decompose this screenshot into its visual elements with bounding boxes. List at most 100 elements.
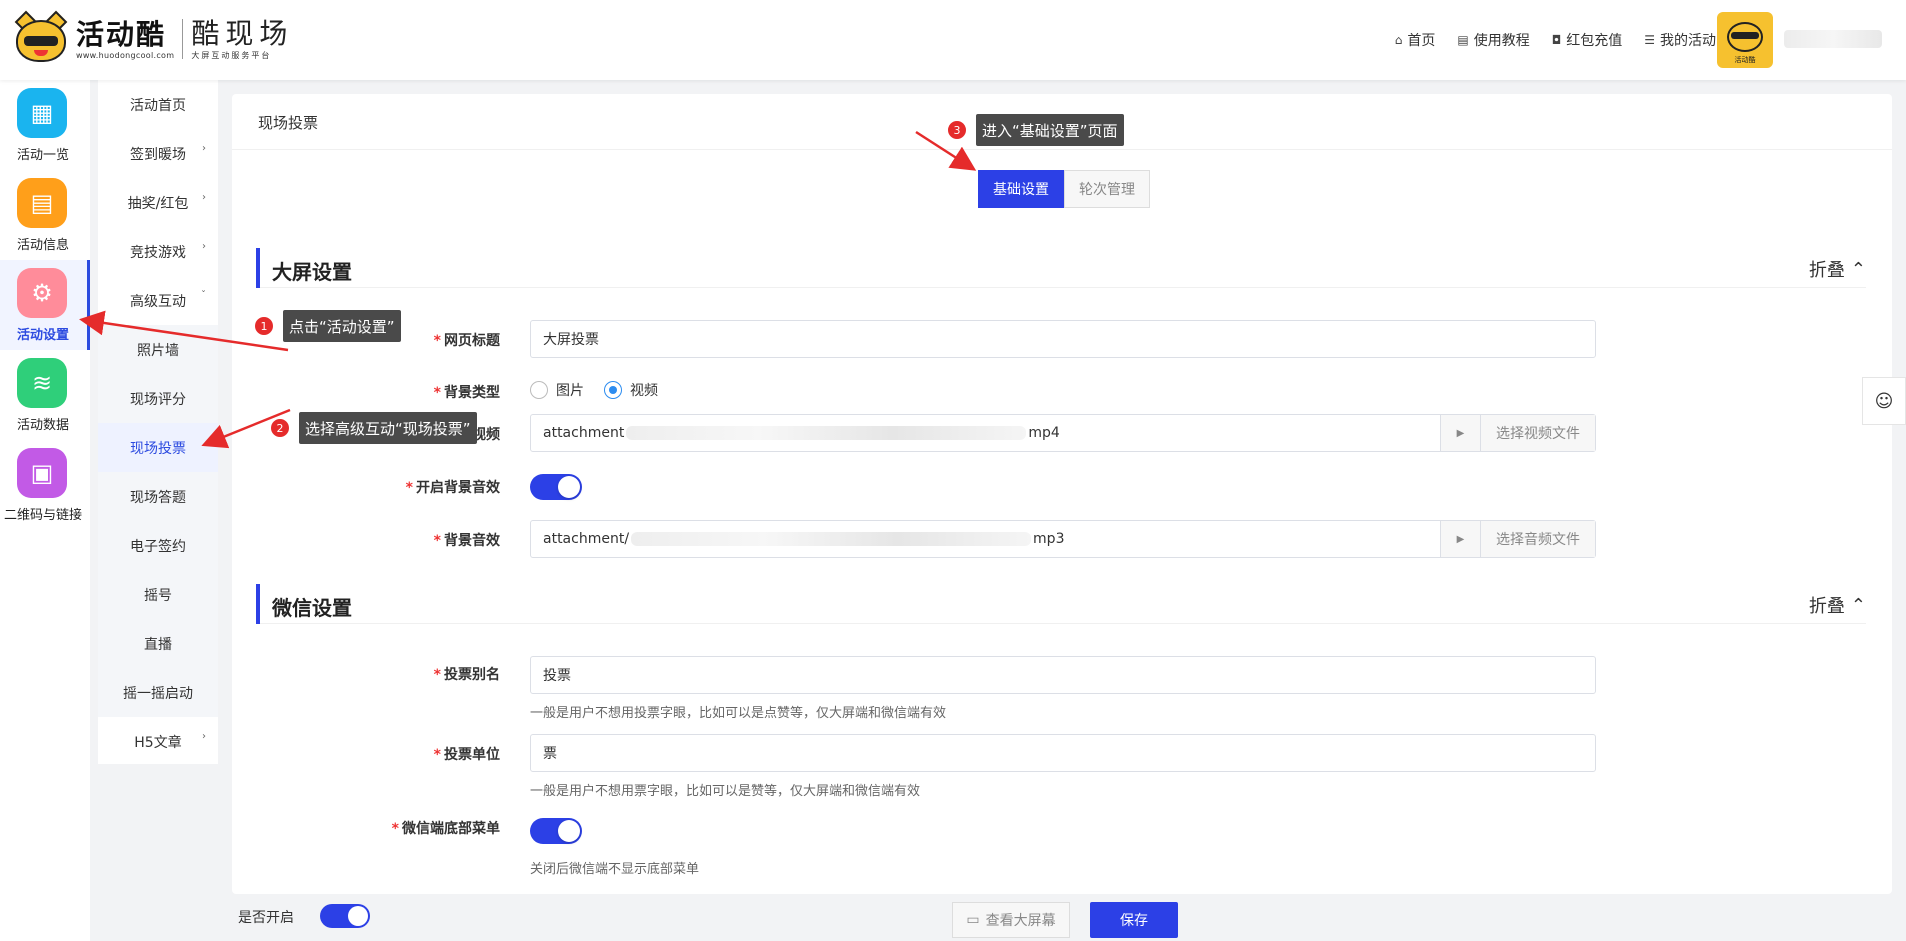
preview-label: 查看大屏幕 [985, 913, 1056, 929]
submenu-label: 直播 [144, 636, 172, 653]
submenu-label: 抽奖/红包 [127, 195, 189, 212]
logo[interactable]: 活动酷 www.huodongcool.com 酷现场 大屏互动服务平台 [12, 10, 293, 64]
database-icon: ≋ [17, 358, 67, 408]
bg-video-path[interactable]: attachment mp4 [531, 415, 1440, 451]
select-video-button[interactable]: 选择视频文件 [1480, 415, 1595, 451]
chevron-up-icon: ⌃ [1850, 594, 1866, 616]
bg-music-label: * 背景音效 [433, 533, 500, 549]
user-name-blurred[interactable] [1784, 30, 1882, 48]
submenu-item-quiz[interactable]: 现场答题 [98, 472, 218, 521]
sidebar-item-data[interactable]: ≋ 活动数据 [0, 350, 90, 440]
submenu-item-rating[interactable]: 现场评分 [98, 374, 218, 423]
submenu-item-checkin[interactable]: 签到暖场 › [98, 129, 218, 178]
document-icon: ▤ [17, 178, 67, 228]
fold-label: 折叠 [1808, 260, 1845, 281]
monitor-icon: ▭ [966, 912, 980, 928]
sidebar-item-qrcode[interactable]: ▣ 二维码与链接 [0, 440, 90, 530]
sidebar-item-label: 活动信息 [16, 238, 69, 253]
nav-home[interactable]: ⌂ 首页 [1395, 30, 1436, 50]
sidebar-item-settings[interactable]: ⚙ 活动设置 [0, 260, 90, 350]
sidebar-item-label: 二维码与链接 [3, 508, 82, 523]
select-audio-button[interactable]: 选择音频文件 [1480, 521, 1595, 557]
bg-type-image-radio[interactable]: 图片 [530, 380, 584, 400]
submenu-item-lottery[interactable]: 抽奖/红包 › [98, 178, 218, 227]
enable-switch[interactable] [320, 904, 370, 928]
wallet-icon: ◘ [1551, 33, 1562, 47]
submenu-item-photowall[interactable]: 照片墙 [98, 325, 218, 374]
bg-music-path[interactable]: attachment/mp3 [531, 521, 1440, 557]
submenu-label: 活动首页 [130, 97, 186, 114]
radio-label: 视频 [630, 383, 658, 399]
vote-unit-label: * 投票单位 [433, 747, 500, 763]
mascot-logo-icon [12, 10, 70, 64]
nav-tutorial[interactable]: ▤ 使用教程 [1457, 30, 1529, 50]
bg-type-label: * 背景类型 [433, 385, 500, 401]
annotation-callout-3: 进入“基础设置”页面 [976, 114, 1124, 146]
avatar[interactable]: 活动酷 [1717, 12, 1773, 68]
submenu-label: 现场答题 [130, 489, 186, 506]
annotation-callout-1: 点击“活动设置” [283, 310, 401, 342]
nav-my-activities[interactable]: ☰ 我的活动 [1644, 30, 1716, 50]
page-title-input[interactable]: 大屏投票 [530, 320, 1596, 358]
list-icon: ☰ [1644, 33, 1655, 47]
enable-label: 是否开启 [238, 910, 294, 926]
qq-icon[interactable]: ☺ [1862, 377, 1906, 425]
play-icon[interactable]: ▶ [1440, 415, 1480, 451]
nav-recharge-label: 红包充值 [1566, 33, 1623, 49]
section-wechat-settings: 微信设置 折叠 ⌃ [256, 584, 1866, 624]
top-header: 活动酷 www.huodongcool.com 酷现场 大屏互动服务平台 ⌂ 首页… [0, 0, 1906, 80]
submenu-label: 签到暖场 [130, 146, 186, 163]
submenu-label: 照片墙 [137, 342, 179, 359]
play-icon[interactable]: ▶ [1440, 521, 1480, 557]
submenu-item-draw-number[interactable]: 摇号 [98, 570, 218, 619]
tab-round-management[interactable]: 轮次管理 [1064, 170, 1150, 208]
book-icon: ▤ [1457, 33, 1469, 47]
chevron-right-icon: › [202, 731, 206, 742]
submenu-item-games[interactable]: 竞技游戏 › [98, 227, 218, 276]
annotation-number-1: 1 [254, 316, 274, 336]
submenu-item-live[interactable]: 直播 [98, 619, 218, 668]
submenu-item-advanced[interactable]: 高级互动 ˇ [98, 276, 218, 325]
bg-music-file-input: attachment/mp3 ▶ 选择音频文件 [530, 520, 1596, 558]
page-title-label: * 网页标题 [433, 333, 500, 349]
section-title: 大屏设置 [272, 260, 352, 284]
section-screen-settings: 大屏设置 折叠 ⌃ [256, 248, 1866, 288]
annotation-callout-2: 选择高级互动“现场投票” [299, 412, 477, 444]
submenu-label: 摇一摇启动 [123, 685, 193, 702]
radio-label: 图片 [556, 383, 584, 399]
annotation-number-2: 2 [270, 418, 290, 438]
submenu-item-esign[interactable]: 电子签约 [98, 521, 218, 570]
nav-my-activities-label: 我的活动 [1660, 33, 1716, 49]
submenu-item-shake-start[interactable]: 摇一摇启动 [98, 668, 218, 717]
chevron-up-icon: ⌃ [1850, 258, 1866, 280]
grid-icon: ▦ [17, 88, 67, 138]
submenu-label: H5文章 [134, 734, 182, 751]
submenu-item-vote[interactable]: 现场投票 [98, 423, 218, 472]
top-nav: ⌂ 首页 ▤ 使用教程 ◘ 红包充值 ☰ 我的活动 [1395, 30, 1716, 50]
bg-music-switch[interactable] [530, 474, 582, 500]
submenu-item-h5-article[interactable]: H5文章 › [98, 717, 218, 766]
footer-bar: 是否开启 ▭ 查看大屏幕 保存 [218, 894, 1906, 941]
bg-type-video-radio[interactable]: 视频 [604, 380, 658, 400]
sidebar-item-overview[interactable]: ▦ 活动一览 [0, 80, 90, 170]
tab-basic-settings[interactable]: 基础设置 [978, 170, 1064, 208]
submenu-label: 竞技游戏 [130, 244, 186, 261]
nav-home-label: 首页 [1407, 33, 1436, 49]
fold-toggle[interactable]: 折叠 ⌃ [1809, 256, 1866, 282]
section-title: 微信设置 [272, 596, 352, 620]
preview-screen-button[interactable]: ▭ 查看大屏幕 [952, 902, 1070, 938]
sidebar-item-info[interactable]: ▤ 活动信息 [0, 170, 90, 260]
save-button[interactable]: 保存 [1090, 902, 1178, 938]
gear-icon: ⚙ [17, 268, 67, 318]
avatar-label: 活动酷 [1734, 56, 1756, 64]
bottom-menu-switch[interactable] [530, 818, 582, 844]
nav-recharge[interactable]: ◘ 红包充值 [1552, 30, 1623, 50]
vote-alias-input[interactable]: 投票 [530, 656, 1596, 694]
vote-unit-input[interactable]: 票 [530, 734, 1596, 772]
submenu-label: 电子签约 [130, 538, 186, 555]
fold-label: 折叠 [1808, 596, 1845, 617]
chevron-down-icon: ˇ [201, 290, 206, 301]
fold-toggle[interactable]: 折叠 ⌃ [1809, 592, 1866, 618]
primary-sidebar: ▦ 活动一览 ▤ 活动信息 ⚙ 活动设置 ≋ 活动数据 ▣ 二维码与链接 [0, 80, 90, 941]
submenu-item-home[interactable]: 活动首页 [98, 80, 218, 129]
